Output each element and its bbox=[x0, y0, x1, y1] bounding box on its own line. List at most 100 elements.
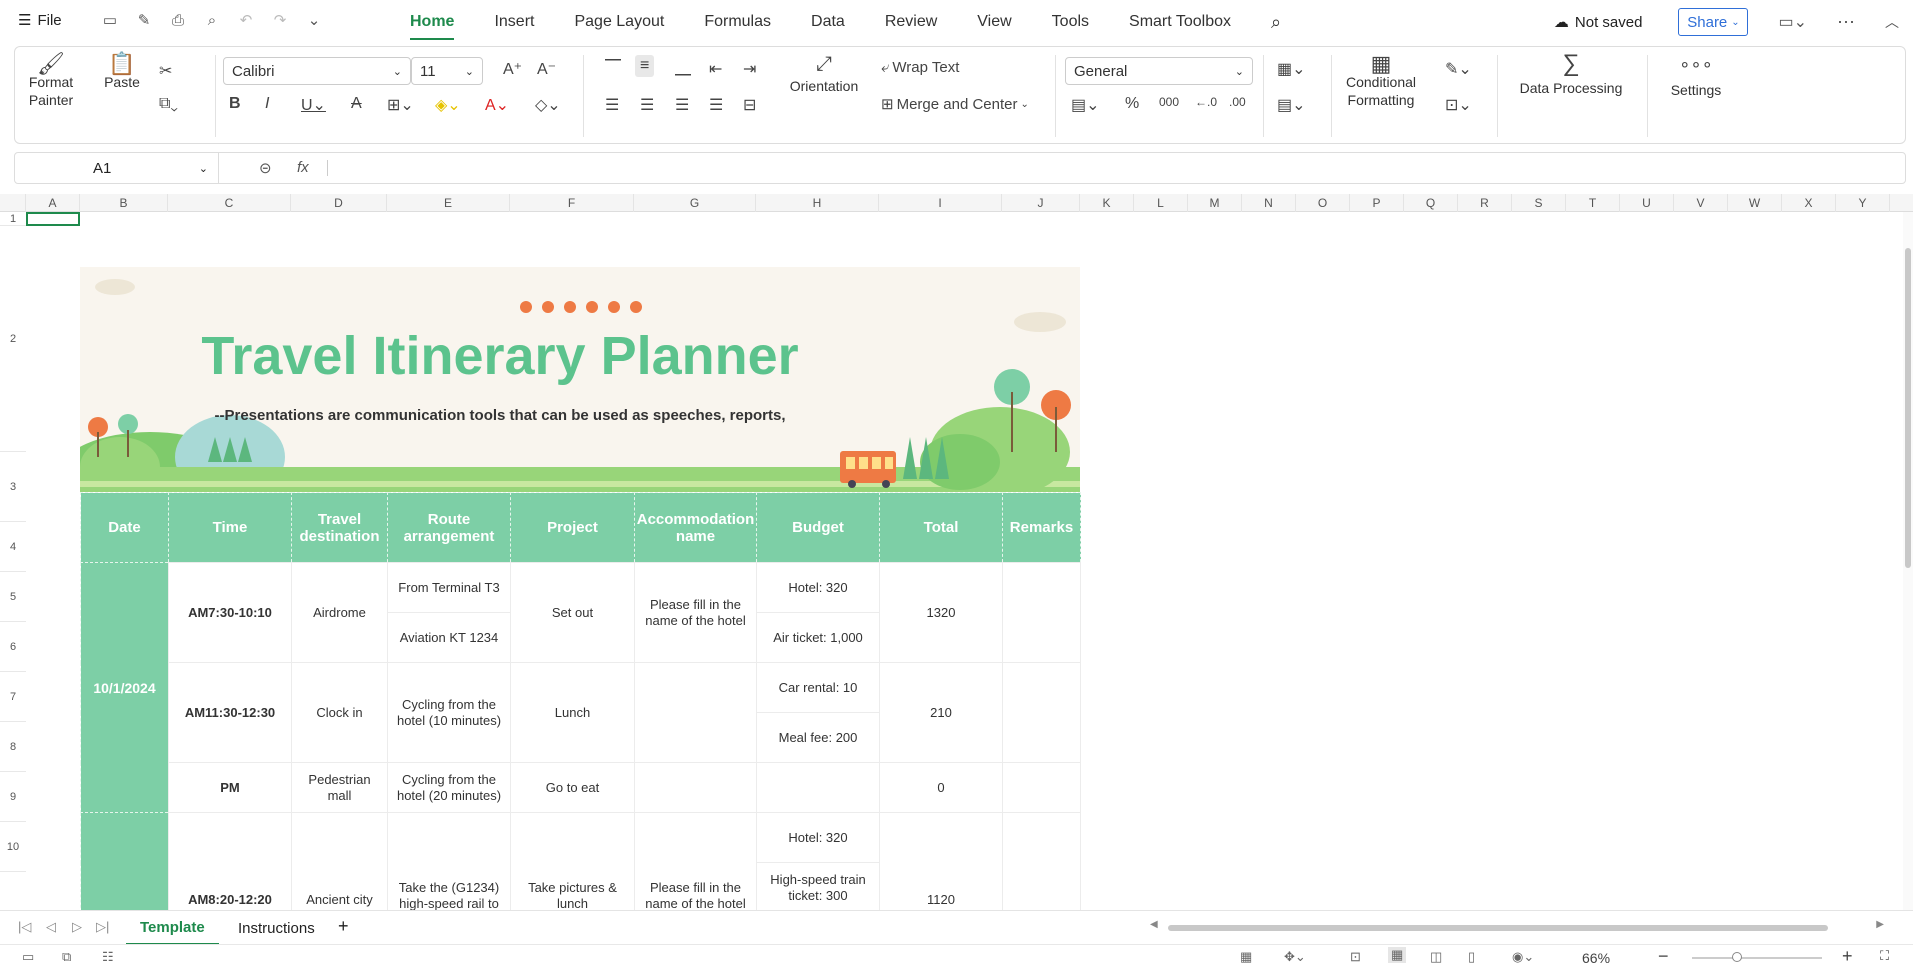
more-icon[interactable]: ⋯ bbox=[1837, 12, 1855, 33]
data-processing-button[interactable]: ∑ Data Processing bbox=[1509, 52, 1633, 97]
formula-input[interactable] bbox=[335, 157, 1835, 179]
scroll-right-icon[interactable]: ▶ bbox=[1876, 919, 1884, 930]
bold-icon[interactable]: B bbox=[229, 95, 241, 113]
project-cell[interactable]: Go to eat bbox=[510, 762, 635, 813]
cell-mode-icon[interactable]: ▭ bbox=[22, 949, 34, 965]
header-route-arrangement[interactable]: Route arrangement bbox=[387, 492, 511, 563]
zoom-in-icon[interactable]: + bbox=[1842, 946, 1853, 967]
accommodation-cell[interactable] bbox=[634, 762, 757, 813]
column-header[interactable]: P bbox=[1350, 194, 1404, 212]
column-header[interactable]: S bbox=[1512, 194, 1566, 212]
align-top-icon[interactable]: ⎺ bbox=[605, 59, 621, 77]
cell-style-icon[interactable]: ▤⌄ bbox=[1277, 95, 1306, 115]
destination-cell[interactable]: Clock in bbox=[291, 662, 388, 763]
total-cell[interactable]: 1320 bbox=[879, 562, 1003, 663]
row-header[interactable]: 3 bbox=[0, 452, 26, 522]
budget-cell[interactable] bbox=[756, 762, 880, 813]
file-menu[interactable]: ☰ File bbox=[18, 11, 62, 30]
horizontal-scroll-thumb[interactable] bbox=[1168, 925, 1828, 931]
column-header[interactable]: D bbox=[291, 194, 387, 212]
align-middle-icon[interactable]: ≡ bbox=[635, 55, 655, 77]
row-header[interactable]: 5 bbox=[0, 572, 26, 622]
undo-icon[interactable]: ↶ bbox=[236, 10, 256, 30]
format-painter-button[interactable]: 🖌 Format Painter bbox=[27, 53, 75, 109]
active-cell[interactable] bbox=[26, 212, 80, 226]
route-cell[interactable]: Aviation KT 1234 bbox=[387, 612, 511, 663]
increase-font-icon[interactable]: A⁺ bbox=[503, 59, 522, 79]
eye-protection-icon[interactable]: ◉⌄ bbox=[1512, 949, 1534, 965]
column-header[interactable]: N bbox=[1242, 194, 1296, 212]
project-cell[interactable]: Lunch bbox=[510, 662, 635, 763]
destination-cell[interactable]: Pedestrian mall bbox=[291, 762, 388, 813]
align-bottom-icon[interactable]: ⎽ bbox=[675, 59, 691, 77]
distributed-icon[interactable]: ⊟ bbox=[743, 95, 756, 115]
increase-indent-icon[interactable]: ⇥ bbox=[743, 59, 756, 79]
align-left-icon[interactable]: ☰ bbox=[605, 95, 619, 115]
date-cell[interactable] bbox=[80, 812, 169, 910]
date-cell[interactable]: 10/1/2024 bbox=[80, 562, 169, 813]
fill-icon[interactable]: ✎⌄ bbox=[1445, 59, 1472, 79]
italic-icon[interactable]: I bbox=[265, 95, 269, 113]
macro-icon[interactable]: ⧉ bbox=[62, 949, 71, 965]
time-cell[interactable]: AM8:20-12:20 bbox=[168, 812, 292, 910]
time-cell[interactable]: AM7:30-10:10 bbox=[168, 562, 292, 663]
scroll-left-icon[interactable]: ◀ bbox=[1150, 919, 1158, 930]
time-cell[interactable]: PM bbox=[168, 762, 292, 813]
column-header[interactable]: H bbox=[756, 194, 879, 212]
row-header[interactable]: 10 bbox=[0, 822, 26, 872]
column-header[interactable]: U bbox=[1620, 194, 1674, 212]
format-painter-small-icon[interactable]: ✎ bbox=[134, 10, 154, 30]
tab-data[interactable]: Data bbox=[791, 0, 865, 44]
table-view-icon[interactable]: ▦ bbox=[1240, 949, 1252, 965]
reading-mode-icon[interactable]: ⊡ bbox=[1350, 949, 1361, 965]
budget-cell[interactable]: High-speed train ticket: 300 bbox=[756, 862, 880, 910]
layout-options-icon[interactable]: ▭⌄ bbox=[1778, 12, 1807, 32]
project-cell[interactable]: Take pictures & lunch bbox=[510, 812, 635, 910]
remarks-cell[interactable] bbox=[1002, 562, 1081, 663]
paste-button[interactable]: 📋 Paste bbox=[99, 53, 145, 91]
align-right-icon[interactable]: ☰ bbox=[675, 95, 689, 115]
page-layout-view-icon[interactable]: ▯ bbox=[1468, 949, 1475, 965]
column-header[interactable]: X bbox=[1782, 194, 1836, 212]
remarks-cell[interactable] bbox=[1002, 812, 1081, 910]
zoom-slider-thumb[interactable] bbox=[1732, 952, 1742, 962]
last-sheet-icon[interactable]: ▷| bbox=[96, 919, 109, 935]
sheet-tab-instructions[interactable]: Instructions bbox=[224, 911, 329, 945]
row-header[interactable]: 4 bbox=[0, 522, 26, 572]
sheet-tab-template[interactable]: Template bbox=[126, 911, 219, 945]
tab-review[interactable]: Review bbox=[865, 0, 957, 44]
decrease-decimal-icon[interactable]: .00 bbox=[1229, 95, 1246, 109]
decrease-font-icon[interactable]: A⁻ bbox=[537, 59, 556, 79]
orientation-button[interactable]: ⤢ Orientation bbox=[777, 54, 871, 95]
save-icon[interactable]: ▭ bbox=[100, 10, 120, 30]
font-size-select[interactable]: 11 ⌄ bbox=[411, 57, 483, 85]
budget-cell[interactable]: Car rental: 10 bbox=[756, 662, 880, 713]
accessibility-icon[interactable]: ☷ bbox=[102, 949, 114, 965]
column-header[interactable]: J bbox=[1002, 194, 1080, 212]
route-cell[interactable]: Take the (G1234) high-speed rail to bbox=[387, 812, 511, 910]
budget-cell[interactable]: Meal fee: 200 bbox=[756, 712, 880, 763]
row-header[interactable]: 9 bbox=[0, 772, 26, 822]
zoom-out-icon[interactable]: − bbox=[1658, 946, 1669, 967]
row-header[interactable]: 8 bbox=[0, 722, 26, 772]
font-color-icon[interactable]: A⌄ bbox=[485, 95, 509, 115]
column-header[interactable]: A bbox=[26, 194, 80, 212]
budget-cell[interactable]: Hotel: 320 bbox=[756, 812, 880, 863]
tab-view[interactable]: View bbox=[957, 0, 1031, 44]
cut-icon[interactable]: ✂ bbox=[159, 61, 172, 81]
total-cell[interactable]: 1120 bbox=[879, 812, 1003, 910]
column-header[interactable]: Y bbox=[1836, 194, 1890, 212]
header-time[interactable]: Time bbox=[168, 492, 292, 563]
borders-icon[interactable]: ⊞⌄ bbox=[387, 95, 414, 115]
zoom-level[interactable]: 66% bbox=[1582, 950, 1610, 966]
row-header[interactable]: 6 bbox=[0, 622, 26, 672]
search-icon[interactable]: ⌕ bbox=[1251, 0, 1301, 44]
destination-cell[interactable]: Ancient city bbox=[291, 812, 388, 910]
prev-sheet-icon[interactable]: ◁ bbox=[46, 919, 56, 935]
accommodation-cell[interactable] bbox=[634, 662, 757, 763]
share-button[interactable]: Share ⌄ bbox=[1678, 8, 1749, 36]
column-header[interactable]: V bbox=[1674, 194, 1728, 212]
redo-icon[interactable]: ↷ bbox=[270, 10, 290, 30]
currency-icon[interactable]: ▤⌄ bbox=[1071, 95, 1100, 115]
column-header[interactable]: C bbox=[168, 194, 291, 212]
